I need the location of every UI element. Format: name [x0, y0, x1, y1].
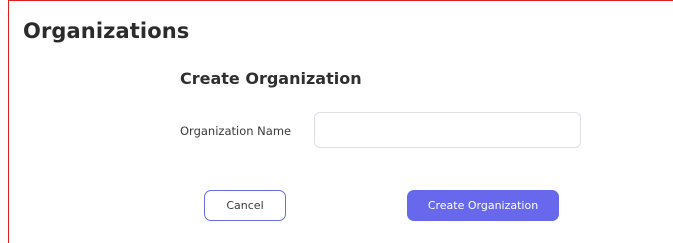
organization-name-input[interactable] — [314, 112, 581, 148]
cancel-button[interactable]: Cancel — [204, 190, 286, 221]
page-title: Organizations — [23, 19, 190, 43]
organization-name-label: Organization Name — [180, 124, 292, 138]
organizations-panel: Organizations Create Organization Organi… — [8, 0, 673, 243]
form-title: Create Organization — [180, 69, 362, 88]
create-organization-button[interactable]: Create Organization — [407, 190, 559, 221]
